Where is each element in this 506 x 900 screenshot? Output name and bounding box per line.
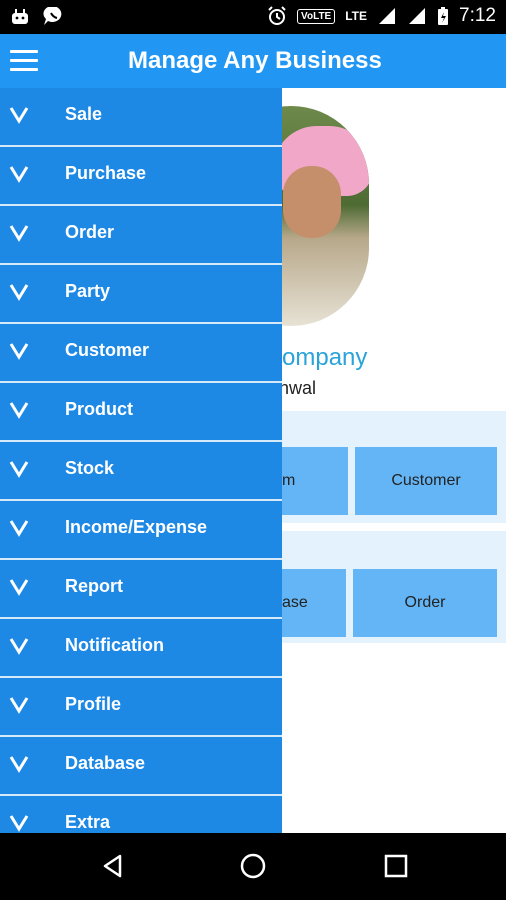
drawer-item-label: Purchase bbox=[65, 163, 147, 183]
drawer-item-product[interactable]: Product bbox=[0, 383, 282, 442]
drawer-item-order[interactable]: Order bbox=[0, 206, 282, 265]
status-bar: VoLTE LTE 7:12 bbox=[0, 0, 506, 34]
drawer-item-report[interactable]: Report bbox=[0, 560, 282, 619]
alarm-icon bbox=[268, 6, 286, 25]
tile-partial-1-label: m bbox=[282, 472, 296, 489]
drawer-item-label: Order bbox=[65, 222, 115, 242]
back-icon[interactable] bbox=[100, 853, 126, 879]
drawer-item-sale[interactable]: Sale bbox=[0, 88, 282, 147]
chevron-down-icon bbox=[9, 107, 29, 124]
customer-tile[interactable]: Customer bbox=[355, 447, 497, 515]
drawer-item-customer[interactable]: Customer bbox=[0, 324, 282, 383]
chevron-down-icon bbox=[9, 756, 29, 773]
hamburger-icon bbox=[10, 50, 38, 53]
drawer-item-income-expense[interactable]: Income/Expense bbox=[0, 501, 282, 560]
tile-partial-2-label: ase bbox=[282, 594, 308, 611]
home-icon[interactable] bbox=[240, 853, 266, 879]
drawer-item-party[interactable]: Party bbox=[0, 265, 282, 324]
drawer-item-notification[interactable]: Notification bbox=[0, 619, 282, 678]
menu-button[interactable] bbox=[10, 50, 38, 72]
status-left bbox=[10, 7, 64, 27]
drawer-item-label: Database bbox=[65, 753, 146, 773]
chevron-down-icon bbox=[9, 638, 29, 655]
drawer-item-extra[interactable]: Extra bbox=[0, 796, 282, 833]
navigation-drawer: Sale Purchase Order Party Customer Produ… bbox=[0, 88, 282, 833]
hamburger-icon-bar bbox=[10, 68, 38, 71]
chevron-down-icon bbox=[9, 579, 29, 596]
chevron-down-icon bbox=[9, 461, 29, 478]
drawer-item-label: Product bbox=[65, 399, 134, 419]
drawer-item-label: Notification bbox=[65, 635, 164, 655]
system-navigation-bar bbox=[0, 833, 506, 900]
drawer-item-profile[interactable]: Profile bbox=[0, 678, 282, 737]
status-right: VoLTE LTE 7:12 bbox=[267, 5, 496, 27]
lte-label: LTE bbox=[345, 9, 368, 23]
chevron-down-icon bbox=[9, 402, 29, 419]
hamburger-icon-bar bbox=[10, 59, 38, 62]
order-tile[interactable]: Order bbox=[353, 569, 497, 637]
customer-tile-label: Customer bbox=[391, 472, 461, 489]
drawer-item-purchase[interactable]: Purchase bbox=[0, 147, 282, 206]
drawer-item-label: Party bbox=[65, 281, 111, 301]
drawer-item-label: Sale bbox=[65, 104, 103, 124]
avatar-face bbox=[283, 166, 341, 238]
tile-partial-1[interactable]: m bbox=[282, 447, 348, 515]
chevron-down-icon bbox=[9, 284, 29, 301]
drawer-item-label: Stock bbox=[65, 458, 115, 478]
recent-apps-icon[interactable] bbox=[383, 853, 409, 879]
app-title: Manage Any Business bbox=[128, 47, 382, 74]
drawer-item-database[interactable]: Database bbox=[0, 737, 282, 796]
chevron-down-icon bbox=[9, 166, 29, 183]
volte-badge: VoLTE bbox=[297, 8, 336, 24]
battery-icon bbox=[438, 7, 449, 25]
tile-partial-2[interactable]: ase bbox=[282, 569, 346, 637]
drawer-item-label: Income/Expense bbox=[65, 517, 208, 537]
chat-notification-icon bbox=[43, 7, 62, 25]
signal-icon bbox=[379, 8, 396, 24]
drawer-item-stock[interactable]: Stock bbox=[0, 442, 282, 501]
android-notification-icon bbox=[12, 9, 28, 24]
drawer-item-label: Report bbox=[65, 576, 123, 596]
order-tile-label: Order bbox=[404, 594, 446, 611]
clock: 7:12 bbox=[459, 5, 496, 26]
chevron-down-icon bbox=[9, 697, 29, 714]
drawer-item-label: Extra bbox=[65, 812, 111, 832]
chevron-down-icon bbox=[9, 520, 29, 537]
chevron-down-icon bbox=[9, 815, 29, 832]
drawer-item-label: Customer bbox=[65, 340, 150, 360]
app-bar: Manage Any Business bbox=[0, 34, 506, 88]
chevron-down-icon bbox=[9, 225, 29, 242]
drawer-item-label: Profile bbox=[65, 694, 122, 714]
signal-icon-2 bbox=[409, 8, 426, 24]
chevron-down-icon bbox=[9, 343, 29, 360]
